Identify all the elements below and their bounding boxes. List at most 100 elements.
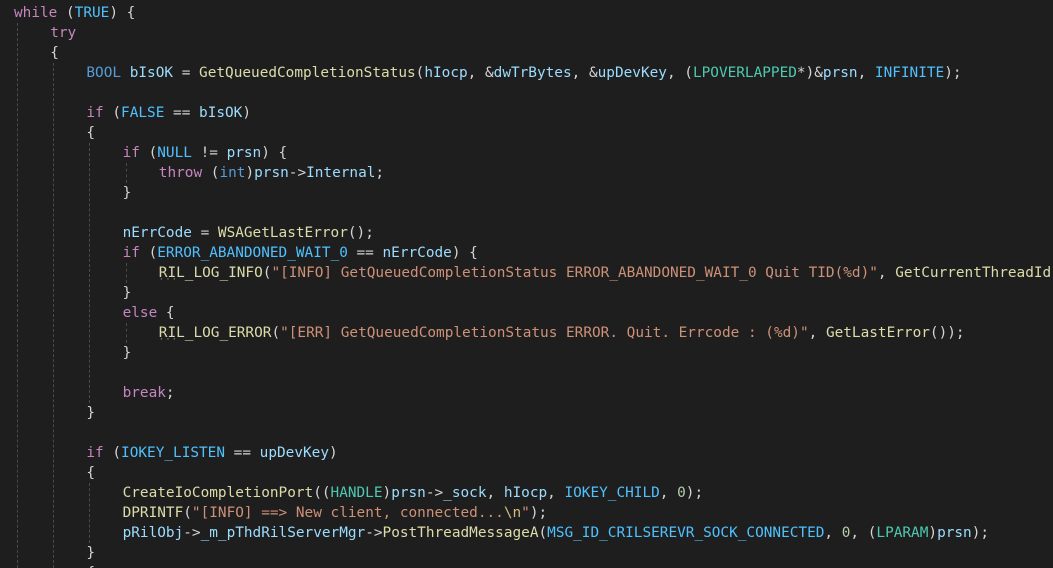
code-token: ==	[164, 105, 200, 121]
code-token: if	[122, 245, 140, 261]
code-line[interactable]: pRilObj->_m_pThdRilServerMgr->PostThread…	[0, 523, 1053, 543]
code-token: if	[86, 105, 104, 121]
code-token: (	[183, 505, 192, 521]
code-token: upDevKey	[259, 445, 329, 461]
code-token: \n	[503, 505, 522, 521]
code-line[interactable]: {	[0, 43, 1053, 63]
code-token: "[INFO] ==> New client, connected...	[191, 505, 504, 521]
code-line[interactable]: else {	[0, 303, 1053, 323]
code-token: hIocp	[424, 65, 468, 81]
code-token: FALSE	[121, 105, 165, 121]
code-token: ());	[929, 325, 965, 341]
code-token: LPOVERLAPPED	[692, 65, 797, 81]
code-token: while	[14, 5, 58, 21]
code-line[interactable]: try	[0, 23, 1053, 43]
code-token: ) {	[261, 145, 288, 161]
code-line[interactable]: if (IOKEY_LISTEN == upDevKey)	[0, 443, 1053, 463]
code-line[interactable]: {	[0, 123, 1053, 143]
code-line[interactable]: }	[0, 183, 1053, 203]
code-token: ->	[365, 525, 383, 541]
code-line[interactable]: nErrCode = WSAGetLastError();	[0, 223, 1053, 243]
code-token: , (	[666, 65, 693, 81]
code-token: PostThreadMessageA	[382, 525, 539, 541]
code-token: !=	[191, 145, 227, 161]
code-token: ((	[313, 485, 331, 501]
code-token: nErrCode	[382, 245, 452, 261]
code-token: {	[50, 45, 59, 61]
code-line[interactable]: break;	[0, 383, 1053, 403]
code-token: )	[245, 165, 255, 181]
code-line[interactable]: throw (int)prsn->Internal;	[0, 163, 1053, 183]
code-line[interactable]: {	[0, 463, 1053, 483]
code-line-text: DPRINTF("[INFO] ==> New client, connecte…	[123, 503, 548, 523]
code-token: (	[202, 165, 220, 181]
code-token: ) {	[109, 5, 136, 21]
code-token: throw	[158, 165, 203, 181]
code-line[interactable]: DPRINTF("[INFO] ==> New client, connecte…	[0, 503, 1053, 523]
code-token: HANDLE	[330, 485, 383, 501]
code-token: INFINITE	[874, 65, 945, 81]
code-line[interactable]: }	[0, 343, 1053, 363]
code-token: if	[86, 445, 104, 461]
code-line-text: throw (int)prsn->Internal;	[159, 163, 384, 183]
code-line[interactable]: if (NULL != prsn) {	[0, 143, 1053, 163]
code-token: GetLastError	[825, 325, 930, 341]
code-token: ,	[857, 65, 875, 81]
code-token: pRilObj	[122, 525, 184, 541]
code-line-text: while (TRUE) {	[14, 3, 135, 23]
code-line[interactable]: if (FALSE == bIsOK)	[0, 103, 1053, 123]
code-line[interactable]: BOOL bIsOK = GetQueuedCompletionStatus(h…	[0, 63, 1053, 83]
code-token: ,	[808, 325, 826, 341]
code-token: TRUE	[74, 5, 110, 21]
code-token: }	[86, 405, 96, 421]
code-line-text: {	[50, 43, 59, 63]
code-token: dwTrBytes	[493, 65, 572, 81]
code-line[interactable]: if (ERROR_ABANDONED_WAIT_0 == nErrCode) …	[0, 243, 1053, 263]
code-line[interactable]: }	[0, 403, 1053, 423]
code-token: prsn	[822, 65, 858, 81]
code-token: int	[219, 165, 246, 181]
code-token: BOOL	[86, 65, 122, 81]
code-line[interactable]: }	[0, 543, 1053, 563]
code-line-text: RIL_LOG_INFO("[INFO] GetQueuedCompletion…	[159, 263, 1053, 283]
code-line[interactable]: RIL_LOG_ERROR("[ERR] GetQueuedCompletion…	[0, 323, 1053, 345]
collapsed-hint-dots: ···	[158, 335, 179, 345]
code-token: ,	[547, 485, 565, 501]
code-line-text: CreateIoCompletionPort((HANDLE)prsn->_so…	[123, 483, 704, 503]
indent-guide	[125, 163, 127, 183]
code-line-text: }	[86, 403, 95, 423]
code-token: *)&	[796, 65, 823, 81]
code-line[interactable]	[0, 423, 1053, 443]
code-token: ) {	[451, 245, 478, 261]
code-line[interactable]: RIL_LOG_INFO("[INFO] GetQueuedCompletion…	[0, 263, 1053, 285]
code-line[interactable]: }	[0, 283, 1053, 303]
code-line[interactable]: while (TRUE) {	[0, 3, 1053, 23]
code-token: ,	[877, 265, 896, 281]
code-token: );	[971, 525, 990, 541]
code-line-text: nErrCode = WSAGetLastError();	[123, 223, 374, 243]
code-line[interactable]	[0, 203, 1053, 223]
code-token: bIsOK	[199, 105, 243, 121]
code-token: LPARAM	[876, 525, 929, 541]
code-editor[interactable]: while (TRUE) {try{BOOL bIsOK = GetQueued…	[0, 0, 1053, 568]
code-token: else	[122, 305, 158, 321]
code-token: MSG_ID_CRILSEREVR_SOCK_CONNECTED	[547, 525, 825, 541]
code-line-text: }	[123, 183, 132, 203]
code-token: );	[944, 65, 962, 81]
code-token: (	[103, 105, 122, 121]
code-token: CreateIoCompletionPort	[122, 485, 314, 501]
code-token: (	[538, 525, 548, 541]
code-line[interactable]: CreateIoCompletionPort((HANDLE)prsn->_so…	[0, 483, 1053, 503]
code-token: Internal	[306, 165, 376, 181]
code-token: WSAGetLastError	[217, 225, 348, 241]
code-token: ,	[486, 485, 504, 501]
code-token: NULL	[157, 145, 192, 161]
code-line[interactable]	[0, 363, 1053, 383]
code-token: )	[242, 105, 252, 121]
code-token: )	[328, 445, 338, 461]
code-token: {	[86, 125, 96, 141]
code-line[interactable]: {	[0, 563, 1053, 568]
code-line[interactable]	[0, 83, 1053, 103]
code-token: ->	[183, 525, 201, 541]
